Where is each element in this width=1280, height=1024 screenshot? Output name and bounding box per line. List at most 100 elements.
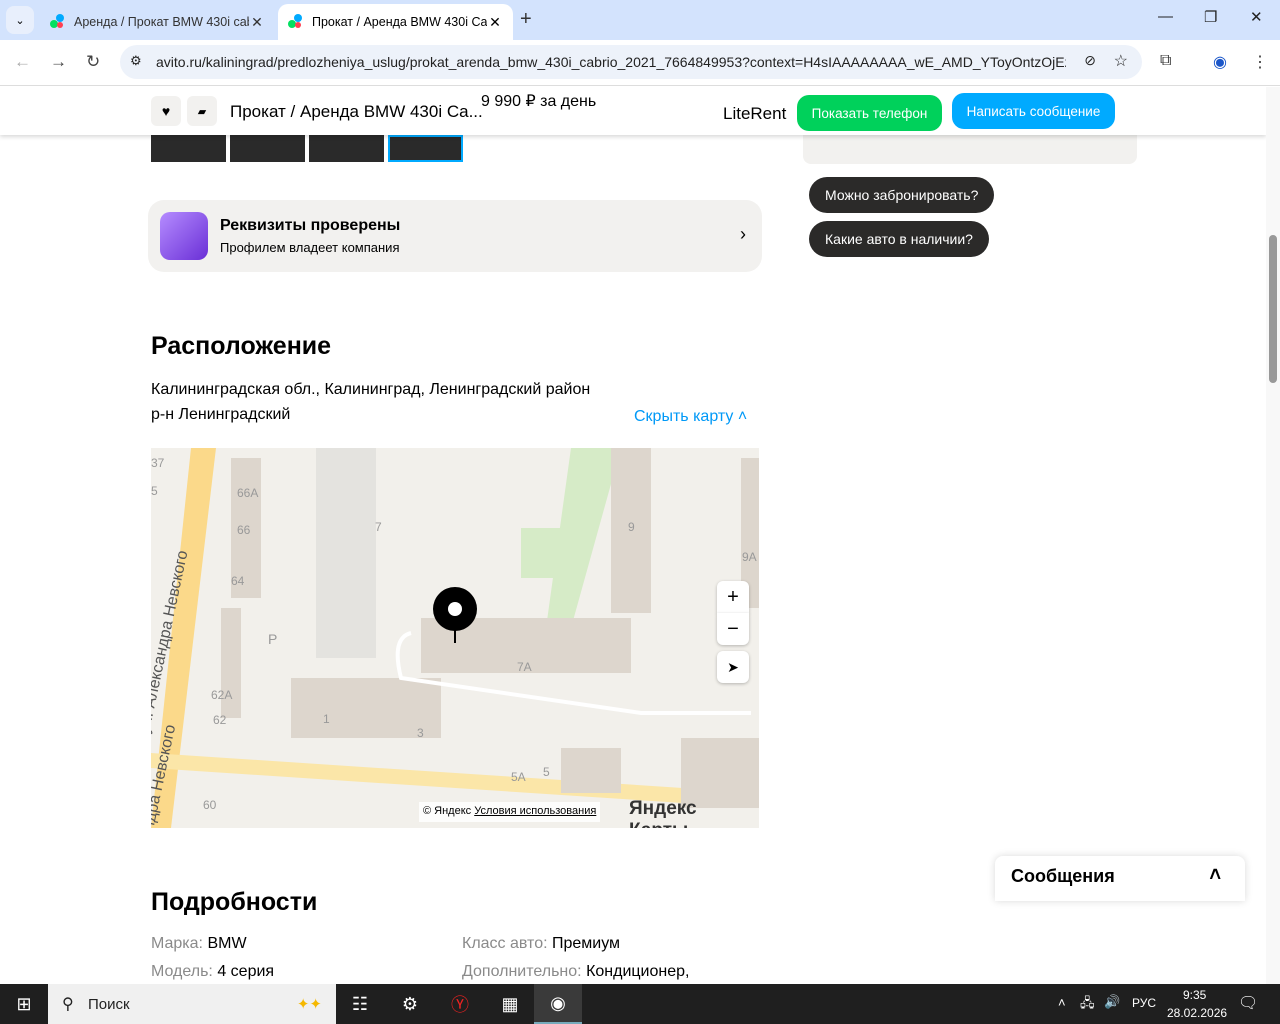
page-content: ♥ ▰ Прокат / Аренда BMW 430i Ca... 9 990…	[0, 87, 1266, 984]
settings-icon[interactable]: ⚙	[386, 984, 434, 1024]
new-tab-button[interactable]: +	[520, 8, 532, 31]
verified-title: Реквизиты проверены	[220, 217, 401, 234]
show-phone-button[interactable]: Показать телефон	[797, 95, 942, 131]
address-bar[interactable]: ⚙ avito.ru/kaliningrad/predlozheniya_usl…	[120, 45, 1142, 79]
task-view-icon[interactable]: ☷	[336, 984, 384, 1024]
photo-thumbnail-selected[interactable]	[388, 135, 463, 162]
chrome-icon[interactable]: ◉	[534, 984, 582, 1024]
quick-question-chip[interactable]: Можно забронировать?	[809, 177, 995, 213]
map-label: 60	[203, 798, 217, 812]
photo-thumbnail[interactable]	[309, 135, 384, 162]
map-label: 9А	[742, 550, 757, 564]
yandex-browser-icon[interactable]: Ⓨ	[436, 984, 484, 1024]
heart-icon: ♥	[161, 103, 171, 119]
messages-panel[interactable]: Сообщения ˄	[995, 856, 1245, 901]
favorite-button[interactable]: ♥	[151, 96, 181, 126]
map-label: 9	[628, 520, 635, 534]
url-text: avito.ru/kaliningrad/predlozheniya_uslug…	[156, 54, 1066, 70]
zoom-in-button[interactable]: +	[717, 581, 749, 613]
menu-icon[interactable]: ⋮	[1252, 52, 1268, 72]
detail-class: Класс авто: Премиум	[462, 935, 620, 953]
windows-start-icon[interactable]: ⊞	[0, 984, 48, 1024]
tab-2[interactable]: Прокат / Аренда BMW 430i Cabrio✕	[278, 4, 513, 40]
language-indicator[interactable]: РУС	[1132, 996, 1156, 1010]
map-label: 64	[231, 574, 245, 588]
verified-card[interactable]: Реквизиты проверены Профилем владеет ком…	[148, 200, 762, 272]
avito-favicon	[50, 14, 66, 30]
detail-brand: Марка: BMW	[151, 935, 247, 953]
note-button[interactable]: ▰	[187, 96, 217, 126]
listing-title: Прокат / Аренда BMW 430i Ca...	[230, 102, 483, 121]
detail-value: BMW	[207, 935, 247, 952]
scrollbar[interactable]	[1266, 87, 1280, 984]
network-icon[interactable]: 🖧	[1080, 994, 1095, 1016]
site-info-icon[interactable]: ⚙	[130, 53, 142, 69]
search-icon: ⚲	[62, 996, 74, 1013]
detail-model: Модель: 4 серия	[151, 963, 274, 981]
map-label: 5	[151, 484, 158, 498]
address-line: Калининградская обл., Калининград, Ленин…	[151, 381, 591, 398]
photo-thumbnail[interactable]	[151, 135, 226, 162]
hide-map-label: Скрыть карту	[634, 408, 734, 425]
tracking-off-icon[interactable]: ⊘	[1084, 52, 1096, 69]
app-icon[interactable]: ▦	[486, 984, 534, 1024]
map-attribution: © Яндекс Условия использования	[419, 802, 601, 822]
tab-search-button[interactable]: ⌄	[6, 6, 34, 34]
profile-icon[interactable]: ◉	[1213, 52, 1227, 72]
tab-1[interactable]: Аренда / Прокат BMW 430i cabrio ✕	[40, 4, 275, 40]
notifications-icon[interactable]: 🗨	[1238, 993, 1258, 1013]
details-heading: Подробности	[151, 888, 318, 916]
detail-key: Модель:	[151, 963, 213, 980]
volume-icon[interactable]: 🔊	[1104, 994, 1120, 1010]
chevron-right-icon: ›	[740, 224, 746, 244]
yandex-maps-logo[interactable]: Яндекс Карты	[629, 798, 759, 828]
close-window-button[interactable]: ✕	[1250, 8, 1263, 26]
close-tab-icon[interactable]: ✕	[249, 14, 265, 31]
chevron-up-icon[interactable]: ˄	[1209, 864, 1221, 887]
parking-label: Р	[268, 631, 278, 647]
zoom-out-button[interactable]: −	[717, 613, 749, 645]
district-line: р-н Ленинградский	[151, 406, 291, 423]
write-message-button[interactable]: Написать сообщение	[952, 93, 1115, 129]
hide-map-link[interactable]: Скрыть карту ˄	[634, 408, 747, 426]
sparkle-icon: ✦✦	[296, 996, 322, 1013]
map[interactable]: 66А 66 64 62А 62 60 7 9 9А 7А 1 3 5А 5 Р…	[151, 448, 759, 828]
detail-key: Класс авто:	[462, 935, 548, 952]
scrollbar-thumb[interactable]	[1269, 235, 1277, 383]
chevron-up-icon: ˄	[737, 408, 748, 425]
taskbar-search[interactable]: ⚲ Поиск ✦✦	[48, 984, 336, 1024]
bookmark-star-icon[interactable]: ☆	[1114, 51, 1128, 71]
close-tab-icon[interactable]: ✕	[487, 14, 503, 31]
detail-value: 4 серия	[217, 963, 275, 980]
tray-chevron-icon[interactable]: ˄	[1058, 995, 1066, 1010]
sticky-header: ♥ ▰ Прокат / Аренда BMW 430i Ca... 9 990…	[0, 87, 1266, 135]
map-label: 5А	[511, 770, 526, 784]
detail-key: Дополнительно:	[462, 963, 582, 980]
seller-name[interactable]: LiteRent	[723, 104, 786, 124]
quick-question-chip[interactable]: Какие авто в наличии?	[809, 221, 989, 257]
map-label: 7	[375, 520, 382, 534]
photo-thumbnail[interactable]	[230, 135, 305, 162]
detail-extra: Дополнительно: Кондиционер,	[462, 963, 689, 981]
taskbar: ⊞ ⚲ Поиск ✦✦ ☷ ⚙ Ⓨ ▦ ◉ ˄ 🖧 🔊 РУС 9:35 28.0…	[0, 984, 1280, 1024]
extensions-icon[interactable]: ⧉	[1160, 52, 1171, 70]
clock-time[interactable]: 9:35	[1183, 988, 1206, 1002]
avito-favicon	[288, 14, 304, 30]
verified-subtitle: Профилем владеет компания	[220, 240, 400, 255]
map-label: 62А	[211, 688, 233, 702]
forward-icon[interactable]: →	[50, 52, 67, 72]
map-label: 1	[323, 712, 330, 726]
tab-title: Аренда / Прокат BMW 430i cabrio	[74, 15, 249, 29]
tab-title: Прокат / Аренда BMW 430i Cabrio	[312, 15, 487, 29]
clock-date[interactable]: 28.02.2026	[1167, 1006, 1227, 1020]
terms-link[interactable]: Условия использования	[474, 805, 596, 817]
reload-icon[interactable]: ↻	[86, 52, 100, 72]
navigation-arrow-icon: ➤	[727, 658, 739, 675]
geolocate-button[interactable]: ➤	[717, 651, 749, 683]
listing-price: 9 990 ₽ за день	[481, 93, 597, 110]
browser-toolbar: ← → ↻ ⚙ avito.ru/kaliningrad/predlozheni…	[0, 40, 1280, 86]
map-label: 66	[237, 523, 251, 537]
back-icon[interactable]: ←	[14, 52, 31, 72]
minimize-button[interactable]: —	[1158, 8, 1173, 25]
restore-button[interactable]: ❐	[1204, 8, 1217, 26]
